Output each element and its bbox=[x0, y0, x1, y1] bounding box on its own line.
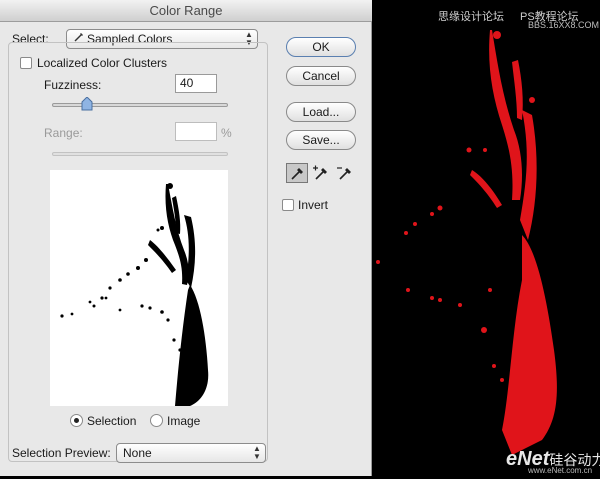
range-input[interactable] bbox=[175, 122, 217, 141]
selection-preview-thumbnail bbox=[50, 170, 228, 406]
chevron-updown-icon: ▲ ▼ bbox=[253, 444, 261, 461]
selection-preview-value: None bbox=[123, 446, 152, 460]
fuzziness-slider-thumb[interactable] bbox=[81, 96, 93, 111]
selection-mask-image bbox=[60, 183, 209, 406]
save-button[interactable]: Save... bbox=[286, 130, 356, 150]
fuzziness-slider-track[interactable] bbox=[52, 103, 228, 107]
localized-clusters-label: Localized Color Clusters bbox=[37, 56, 168, 70]
color-range-dialog: Color Range Select: Sampled Colors ▲ ▼ Lo… bbox=[0, 0, 372, 476]
image-radio-label: Image bbox=[167, 414, 201, 428]
image-canvas bbox=[372, 0, 600, 476]
watermark-bottom-url: www.eNet.com.cn bbox=[528, 466, 593, 475]
watermark-top-line3: BBS.16XX8.COM bbox=[528, 20, 600, 30]
eyedropper-plus-icon bbox=[313, 165, 327, 180]
cancel-button[interactable]: Cancel bbox=[286, 66, 356, 86]
localized-clusters-checkbox[interactable] bbox=[20, 57, 32, 69]
eyedropper-tool[interactable] bbox=[286, 163, 308, 183]
selection-radio[interactable] bbox=[70, 414, 83, 427]
eyedropper-minus-icon bbox=[337, 167, 351, 180]
ok-button[interactable]: OK bbox=[286, 37, 356, 57]
range-unit: % bbox=[221, 126, 232, 140]
fuzziness-input[interactable]: 40 bbox=[175, 74, 217, 93]
eyedropper-minus-tool[interactable] bbox=[334, 163, 356, 183]
fuzziness-label: Fuzziness: bbox=[44, 78, 102, 92]
selection-radio-label: Selection bbox=[87, 414, 137, 428]
invert-label: Invert bbox=[298, 198, 329, 212]
load-button[interactable]: Load... bbox=[286, 102, 356, 122]
eyedropper-plus-tool[interactable] bbox=[310, 163, 332, 183]
image-radio[interactable] bbox=[150, 414, 163, 427]
watermark-top-line1: 思缘设计论坛 bbox=[438, 11, 504, 23]
invert-checkbox[interactable] bbox=[282, 199, 294, 211]
dialog-title: Color Range bbox=[0, 0, 372, 22]
range-slider-track[interactable] bbox=[52, 152, 228, 156]
red-splash-image bbox=[376, 30, 557, 455]
eyedropper-icon bbox=[291, 168, 303, 180]
selection-preview-popup[interactable]: None ▲ ▼ bbox=[116, 443, 266, 463]
range-label: Range: bbox=[44, 126, 83, 140]
selection-preview-label: Selection Preview: bbox=[12, 446, 111, 460]
